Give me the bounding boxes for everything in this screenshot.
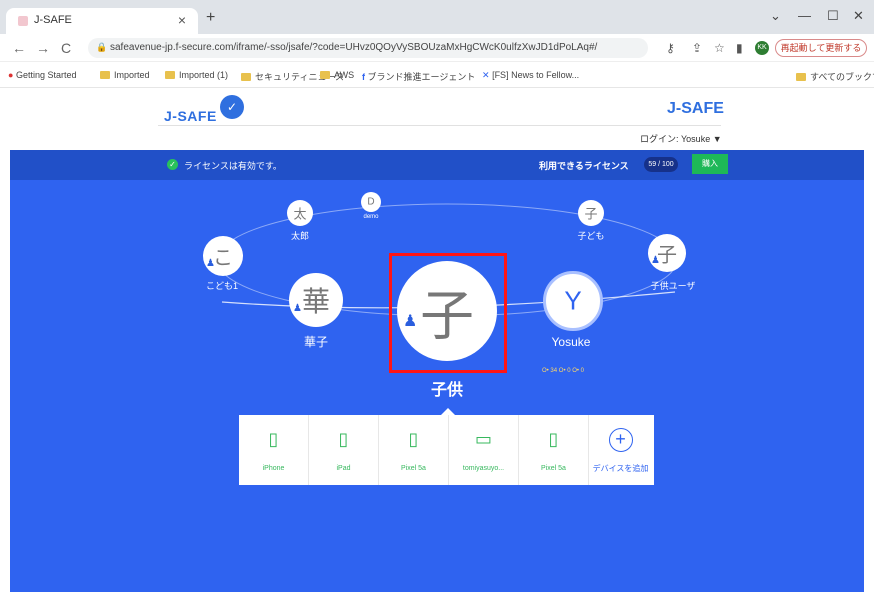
folder-icon: [100, 71, 110, 79]
tablet-icon: ▯: [338, 429, 349, 449]
page-header: J-SAFE ✓ J-SAFE ログイン: Yosuke ▼: [0, 88, 874, 150]
profile-kodomo1[interactable]: こ ♟: [203, 236, 243, 276]
tab-title: J-SAFE: [34, 14, 72, 26]
tab-favicon-icon: [18, 16, 28, 26]
license-bar: ✓ ライセンスは有効です。 利用できるライセンス 59 / 100 購入: [10, 150, 864, 180]
profile-label-hanako: 華子: [303, 335, 329, 349]
update-button[interactable]: 再起動して更新する: [775, 39, 867, 57]
lock-icon: 🔒: [96, 42, 108, 52]
chrome-icon: ●: [8, 70, 14, 80]
add-device-button[interactable]: + デバイスを追加: [587, 415, 654, 485]
device-iphone[interactable]: ▯ iPhone: [239, 415, 309, 485]
profile-label-taro: 太郎: [290, 231, 310, 241]
maximize-icon[interactable]: ☐: [827, 8, 839, 24]
bookmark-news-fellow[interactable]: ✕ [FS] News to Fellow...: [482, 70, 579, 81]
yosuke-status: O• 34 O• 0 O• 0: [542, 368, 584, 374]
folder-icon: [320, 71, 330, 79]
phone-icon: ▯: [548, 429, 559, 449]
profile-label-kodomo1: こども1: [205, 281, 239, 291]
child-icon: ♟: [293, 303, 302, 315]
close-window-icon[interactable]: ✕: [853, 8, 864, 24]
tab-bar: J-SAFE × + ⌄ — ☐ ✕: [0, 0, 874, 34]
buy-button[interactable]: 購入: [692, 154, 728, 174]
profile-kodomo-user[interactable]: 子 ♟: [648, 234, 686, 272]
profile-label-yosuke: Yosuke: [551, 335, 591, 349]
phone-icon: ▯: [408, 429, 419, 449]
key-icon[interactable]: ⚷: [666, 41, 675, 55]
x-logo-icon: ✕: [482, 70, 490, 80]
device-name: Pixel 5a: [401, 465, 426, 472]
browser-tab[interactable]: J-SAFE ×: [6, 8, 198, 34]
back-icon[interactable]: ←: [12, 40, 26, 56]
profile-label-demo: demo: [363, 214, 379, 220]
bookmark-imported-1[interactable]: Imported (1): [165, 70, 228, 80]
tab-search-icon[interactable]: ⌄: [770, 8, 781, 24]
monitor-icon: ▭: [474, 429, 493, 449]
add-device-label: デバイスを追加: [592, 464, 649, 473]
profile-hanako[interactable]: 華 ♟: [289, 273, 343, 327]
bookmark-getting-started[interactable]: ● Getting Started: [8, 70, 77, 80]
selection-highlight: [389, 253, 507, 373]
folder-icon: [165, 71, 175, 79]
new-tab-icon[interactable]: +: [206, 9, 215, 27]
forward-icon[interactable]: →: [36, 40, 50, 56]
license-status: ライセンスは有効です。: [184, 161, 282, 171]
jsafe-logo: J-SAFE: [164, 108, 217, 124]
device-panel: ▯ iPhone ▯ iPad ▯ Pixel 5a ▭ tomiyasuyo.…: [239, 408, 654, 485]
device-name: iPhone: [262, 465, 285, 472]
bookmark-imported[interactable]: Imported: [100, 70, 150, 80]
bookmarks-bar: ● Getting Started Imported Imported (1) …: [0, 62, 874, 88]
login-menu[interactable]: ログイン: Yosuke ▼: [640, 132, 722, 145]
profile-avatar[interactable]: KK: [755, 41, 769, 55]
folder-icon: [796, 73, 806, 81]
bookmark-aws[interactable]: AWS: [320, 70, 354, 80]
profile-taro[interactable]: 太: [287, 200, 313, 226]
folder-icon: [241, 73, 251, 81]
check-icon: ✓: [167, 159, 178, 170]
minimize-icon[interactable]: —: [798, 8, 811, 23]
device-name: iPad: [336, 465, 351, 472]
profile-kodomo[interactable]: 子: [578, 200, 604, 226]
available-licenses-label: 利用できるライセンス: [539, 161, 629, 171]
jsafe-title: J-SAFE: [667, 100, 724, 117]
address-bar: ← → C 🔒 safeavenue-jp.f-secure.com/ifram…: [0, 34, 874, 62]
device-pc[interactable]: ▭ tomiyasuyo...: [449, 415, 519, 485]
bookmark-all[interactable]: すべてのブックマーク: [796, 70, 874, 83]
license-count: 59 / 100: [644, 157, 678, 172]
browser-window: J-SAFE × + ⌄ — ☐ ✕ ← → C 🔒 safeavenue-jp…: [0, 0, 874, 592]
device-name: tomiyasuyo...: [462, 465, 505, 472]
profile-label-kodomo-selected: 子供: [430, 382, 464, 399]
phone-icon: ▯: [268, 429, 279, 449]
add-icon: +: [608, 428, 633, 452]
share-icon[interactable]: ⇪: [692, 41, 702, 55]
child-icon: ♟: [206, 258, 215, 270]
device-pixel-5a-2[interactable]: ▯ Pixel 5a: [519, 415, 589, 485]
device-name: Pixel 5a: [541, 465, 566, 472]
profile-label-kodomo-user: 子供ユーザ: [650, 281, 696, 291]
header-divider: [158, 125, 721, 126]
shield-check-icon: ✓: [220, 95, 244, 119]
device-ipad[interactable]: ▯ iPad: [309, 415, 379, 485]
url-field[interactable]: 🔒 safeavenue-jp.f-secure.com/iframe/-sso…: [88, 38, 648, 58]
reload-icon[interactable]: C: [61, 40, 71, 56]
side-panel-icon[interactable]: ▮: [736, 41, 743, 55]
star-icon[interactable]: ☆: [714, 41, 725, 55]
f-logo-icon: f: [362, 72, 365, 82]
profile-label-kodomo: 子ども: [577, 231, 605, 241]
close-tab-icon[interactable]: ×: [178, 12, 186, 28]
bookmark-brand[interactable]: f ブランド推進エージェント: [362, 70, 475, 83]
profile-demo[interactable]: D: [361, 192, 381, 212]
device-pixel-5a[interactable]: ▯ Pixel 5a: [379, 415, 449, 485]
profile-yosuke[interactable]: Y: [543, 271, 603, 331]
url-text: safeavenue-jp.f-secure.com/iframe/-sso/j…: [110, 42, 598, 53]
child-icon: ♟: [651, 255, 660, 267]
